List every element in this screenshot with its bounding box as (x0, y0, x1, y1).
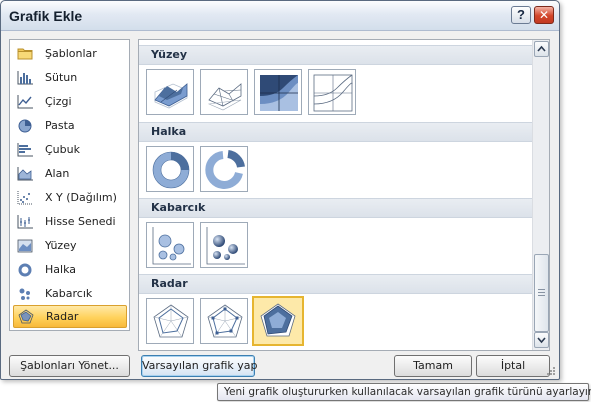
scatter-chart-icon (17, 190, 33, 205)
radar-with-markers-icon (207, 304, 243, 338)
category-item-line[interactable]: Çizgi (13, 91, 127, 112)
category-item-surface[interactable]: Yüzey (13, 235, 127, 256)
area-chart-icon (17, 166, 33, 181)
category-label: Kabarcık (45, 287, 93, 300)
category-label: Alan (45, 167, 70, 180)
help-button[interactable]: ? (511, 6, 531, 24)
thumb-doughnut[interactable] (146, 146, 194, 192)
scroll-down-button[interactable] (534, 332, 549, 348)
thumb-exploded-doughnut[interactable] (200, 146, 248, 192)
thumb-bubble[interactable] (146, 222, 194, 268)
category-label: X Y (Dağılım) (45, 191, 117, 204)
category-item-scatter[interactable]: X Y (Dağılım) (13, 187, 127, 208)
insert-chart-dialog: Grafik Ekle ? ✕ Şablonlar Sütun Çizgi Pa… (0, 0, 560, 380)
surface-chart-icon (17, 239, 33, 253)
folder-icon (17, 47, 33, 61)
doughnut-icon (152, 151, 190, 189)
thumb-contour[interactable] (254, 69, 302, 115)
dialog-title: Grafik Ekle (9, 8, 83, 24)
contour-icon (260, 75, 299, 111)
section-header-radar: Radar (139, 274, 532, 294)
manage-templates-button[interactable]: Şablonları Yönet... (9, 355, 130, 377)
wireframe-3d-surface-icon (207, 83, 242, 111)
gallery-scrollbar[interactable] (532, 40, 549, 350)
category-label: Şablonlar (45, 47, 97, 60)
category-label: Çubuk (45, 143, 80, 156)
category-item-doughnut[interactable]: Halka (13, 259, 127, 280)
tooltip: Yeni grafik oluştururken kullanılacak va… (217, 383, 591, 401)
chevron-down-icon (537, 337, 546, 344)
line-chart-icon (17, 94, 33, 109)
close-button[interactable]: ✕ (534, 6, 554, 24)
category-label: Pasta (45, 119, 75, 132)
thumb-radar[interactable] (146, 298, 194, 344)
category-label: Sütun (45, 71, 78, 84)
category-label: Çizgi (45, 95, 72, 108)
radar-chart-icon (18, 309, 34, 324)
3d-bubble-icon (206, 227, 245, 265)
scroll-thumb[interactable] (534, 254, 549, 332)
exploded-doughnut-icon (205, 150, 245, 189)
bar-chart-icon (17, 142, 33, 157)
bubble-icon (152, 227, 191, 265)
thumb-wireframe-contour[interactable] (308, 69, 356, 115)
radar-icon (153, 304, 189, 338)
ok-button[interactable]: Tamam (394, 355, 472, 377)
category-item-column[interactable]: Sütun (13, 67, 127, 88)
resize-grip-icon[interactable] (546, 366, 556, 376)
category-label: Halka (45, 263, 76, 276)
chevron-up-icon (537, 45, 546, 52)
cancel-button[interactable]: İptal (476, 355, 550, 377)
category-item-templates[interactable]: Şablonlar (13, 43, 127, 64)
bubble-chart-icon (17, 287, 33, 301)
wireframe-contour-icon (313, 74, 353, 112)
category-item-stock[interactable]: Hisse Senedi (13, 211, 127, 232)
section-header-surface: Yüzey (139, 45, 532, 65)
chart-category-list: Şablonlar Sütun Çizgi Pasta Çubuk Alan X… (9, 39, 130, 331)
category-item-bubble[interactable]: Kabarcık (13, 283, 127, 304)
category-item-area[interactable]: Alan (13, 163, 127, 184)
thumb-wireframe-3d-surface[interactable] (200, 69, 248, 115)
3d-surface-icon (154, 83, 188, 109)
category-item-pie[interactable]: Pasta (13, 115, 127, 136)
category-item-bar[interactable]: Çubuk (13, 139, 127, 160)
section-header-doughnut: Halka (139, 122, 532, 142)
thumb-radar-with-markers[interactable] (200, 298, 248, 344)
thumb-3d-bubble[interactable] (200, 222, 248, 268)
column-chart-icon (17, 70, 33, 85)
section-header-bubble: Kabarcık (139, 198, 532, 218)
category-label: Radar (46, 310, 79, 323)
title-bar: Grafik Ekle ? ✕ (1, 1, 559, 31)
category-label: Hisse Senedi (45, 215, 116, 228)
category-item-radar[interactable]: Radar (13, 305, 127, 328)
category-label: Yüzey (45, 239, 77, 252)
thumb-3d-surface[interactable] (146, 69, 194, 115)
thumb-filled-radar[interactable] (252, 296, 304, 346)
stock-chart-icon (17, 214, 33, 229)
set-default-chart-button[interactable]: Varsayılan grafik yap (141, 355, 258, 377)
chart-type-gallery: Yüzey Halka Kabarcık Radar (138, 39, 550, 351)
doughnut-chart-icon (17, 263, 33, 277)
pie-chart-icon (17, 119, 33, 133)
filled-radar-icon (260, 303, 296, 337)
scroll-up-button[interactable] (534, 41, 549, 57)
